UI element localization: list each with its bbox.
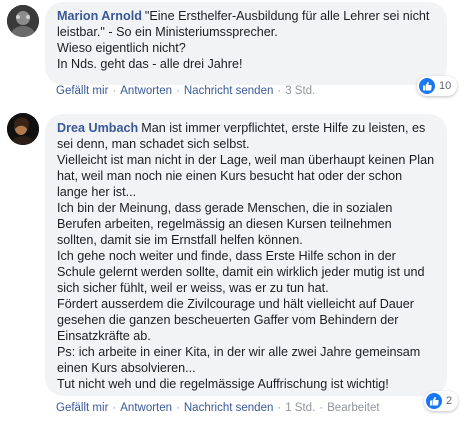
reaction-count-value: 10	[439, 80, 452, 92]
separator: ·	[277, 402, 282, 414]
comment-author[interactable]: Marion Arnold	[57, 9, 142, 23]
reply-link[interactable]: Antworten	[120, 402, 172, 414]
separator: ·	[319, 402, 324, 414]
reaction-count[interactable]: 10	[417, 76, 458, 96]
separator: ·	[112, 85, 117, 97]
comment-bubble: Drea Umbach Man ist immer verpflichtet, e…	[45, 114, 447, 396]
like-link[interactable]: Gefällt mir	[56, 85, 108, 97]
comment-bubble: Marion Arnold "Eine Ersthelfer-Ausbildung…	[45, 2, 447, 85]
reaction-count[interactable]: 2	[424, 391, 459, 411]
like-link[interactable]: Gefällt mir	[56, 402, 108, 414]
timestamp[interactable]: 3 Std.	[285, 85, 315, 97]
avatar-image	[7, 5, 39, 37]
avatar[interactable]	[7, 113, 39, 145]
thumbs-up-icon	[426, 393, 442, 409]
comment-text: Man ist immer verpflichtet, erste Hilfe …	[57, 121, 435, 391]
separator: ·	[112, 402, 117, 414]
avatar[interactable]	[7, 5, 39, 37]
send-message-link[interactable]: Nachricht senden	[184, 85, 274, 97]
thumbs-up-icon	[419, 78, 435, 94]
comment-actions: Gefällt mir · Antworten · Nachricht send…	[56, 402, 380, 414]
reply-link[interactable]: Antworten	[120, 85, 172, 97]
comment-actions: Gefällt mir · Antworten · Nachricht send…	[56, 85, 315, 97]
avatar-image	[7, 113, 39, 145]
separator: ·	[277, 85, 282, 97]
send-message-link[interactable]: Nachricht senden	[184, 402, 274, 414]
edited-label[interactable]: Bearbeitet	[327, 402, 379, 414]
timestamp[interactable]: 1 Std.	[285, 402, 315, 414]
separator: ·	[176, 85, 180, 97]
reaction-count-value: 2	[446, 395, 453, 407]
comment-author[interactable]: Drea Umbach	[57, 121, 138, 135]
separator: ·	[176, 402, 180, 414]
